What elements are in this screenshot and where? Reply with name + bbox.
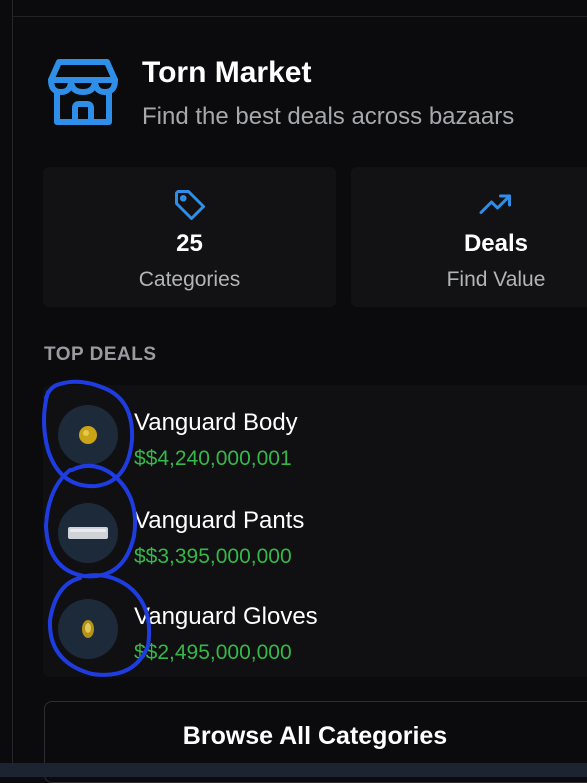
item-thumbnail (58, 503, 118, 563)
bottom-bar (0, 763, 587, 777)
stat-value: 25 (176, 230, 203, 257)
browse-button-label: Browse All Categories (182, 722, 448, 750)
deal-item[interactable]: Vanguard Body $$4,240,000,001 (43, 393, 587, 489)
frame-border-left (12, 0, 13, 765)
tag-icon (174, 190, 205, 220)
app-subtitle: Find the best deals across bazaars (142, 103, 515, 130)
store-icon (48, 59, 118, 125)
vanguard-body-icon (79, 426, 97, 444)
item-thumbnail (58, 599, 118, 659)
frame-border-top (13, 16, 587, 17)
stat-label: Find Value (446, 268, 546, 291)
deal-name: Vanguard Body (134, 409, 298, 436)
stat-card-categories[interactable]: 25 Categories (43, 167, 336, 307)
app-title: Torn Market (142, 56, 312, 89)
deal-name: Vanguard Gloves (134, 603, 318, 630)
stat-card-deals[interactable]: Deals Find Value (351, 167, 587, 307)
top-deals-heading: TOP DEALS (44, 344, 157, 365)
top-deals-list: Vanguard Body $$4,240,000,001 Vanguard P… (43, 385, 587, 677)
deal-item[interactable]: Vanguard Pants $$3,395,000,000 (43, 491, 587, 587)
deal-price: $$3,395,000,000 (134, 545, 292, 568)
stat-value: Deals (463, 230, 529, 257)
vanguard-pants-icon (68, 527, 108, 539)
deal-item[interactable]: Vanguard Gloves $$2,495,000,000 (43, 587, 587, 683)
trending-up-icon (479, 194, 511, 214)
deal-name: Vanguard Pants (134, 507, 305, 534)
deal-price: $$4,240,000,001 (134, 447, 292, 470)
stat-label: Categories (138, 268, 241, 291)
vanguard-gloves-icon (82, 620, 94, 638)
item-thumbnail (58, 405, 118, 465)
deal-price: $$2,495,000,000 (134, 641, 292, 664)
